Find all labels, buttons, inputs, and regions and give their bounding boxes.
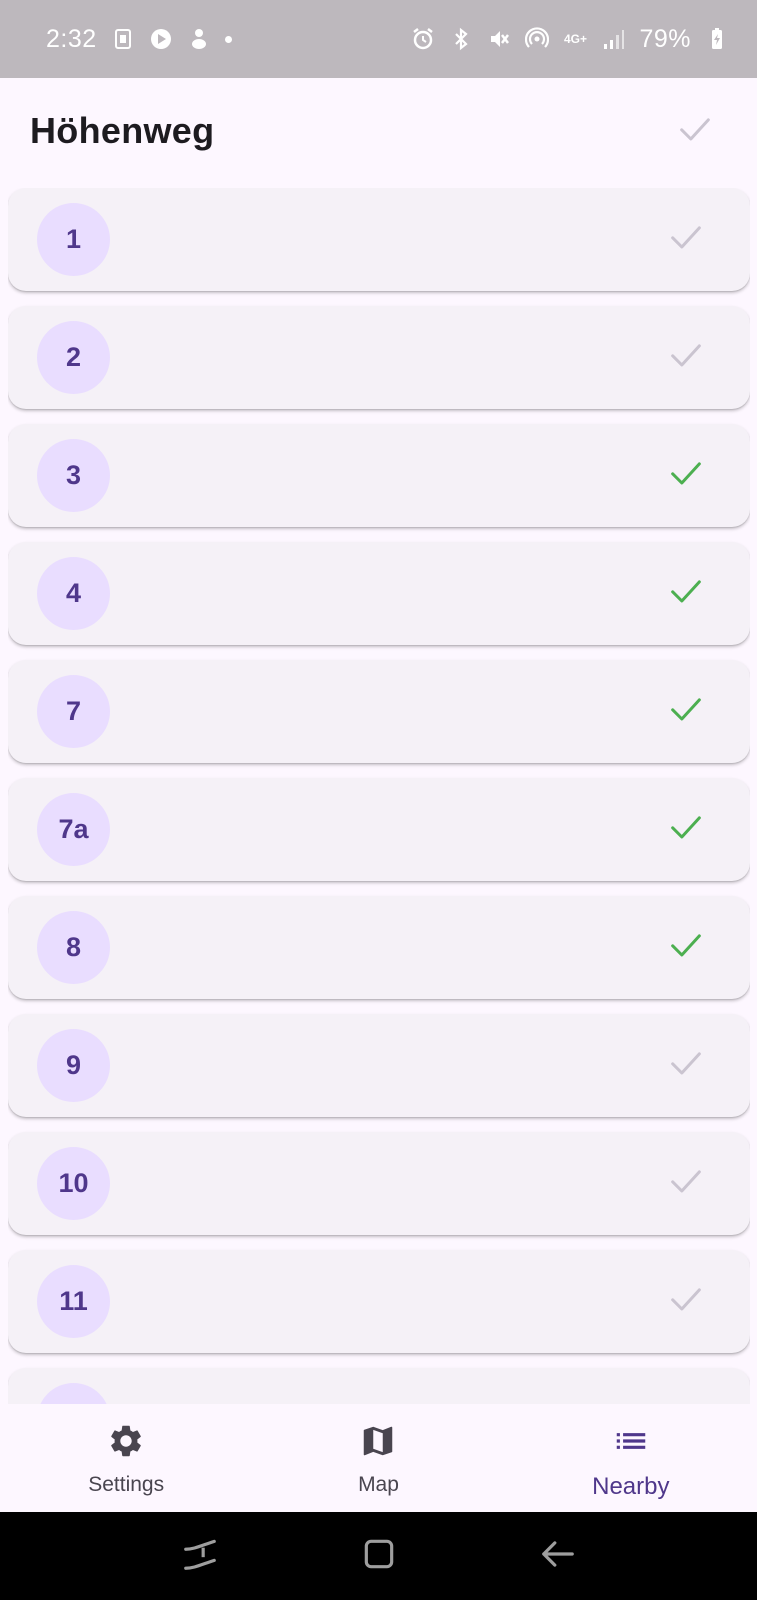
- list-item[interactable]: 11: [8, 1250, 750, 1353]
- item-number-avatar: 9: [37, 1029, 110, 1102]
- list-item[interactable]: 8: [8, 896, 750, 999]
- list-item[interactable]: [8, 1368, 750, 1404]
- nav-label-nearby: Nearby: [592, 1473, 670, 1500]
- list-item[interactable]: 2: [8, 306, 750, 409]
- check-icon[interactable]: [666, 453, 706, 498]
- status-right: 4G+ 79%: [411, 25, 729, 54]
- item-number-avatar: 7a: [37, 793, 110, 866]
- app-bar: Höhenweg: [0, 78, 757, 184]
- list-item[interactable]: 9: [8, 1014, 750, 1117]
- item-number-avatar: 10: [37, 1147, 110, 1220]
- status-left: 2:32: [46, 25, 232, 54]
- check-icon[interactable]: [666, 925, 706, 970]
- bottom-navigation: Settings Map Nearby: [0, 1404, 757, 1512]
- notification-dot: [224, 35, 232, 43]
- item-number-avatar: 2: [37, 321, 110, 394]
- vibrate-icon: [487, 27, 511, 51]
- status-bar: 2:32 4G+ 79%: [0, 0, 757, 78]
- system-navigation-bar: [0, 1512, 757, 1600]
- list-icon: [612, 1422, 650, 1465]
- check-icon[interactable]: [675, 109, 715, 154]
- list-item[interactable]: 1: [8, 188, 750, 291]
- alarm-icon: [411, 27, 435, 51]
- network-4g-icon: 4G+: [563, 27, 587, 51]
- app-icon: [187, 27, 211, 51]
- list-item[interactable]: 7: [8, 660, 750, 763]
- sim-icon: [111, 27, 135, 51]
- check-icon[interactable]: [666, 1043, 706, 1088]
- item-number-avatar: 8: [37, 911, 110, 984]
- back-icon[interactable]: [539, 1535, 577, 1578]
- bluetooth-icon: [449, 27, 473, 51]
- list-item[interactable]: 7a: [8, 778, 750, 881]
- nearby-list[interactable]: 1 2 3 4 7 7a 8 9 10 11: [8, 188, 750, 1404]
- status-time: 2:32: [46, 24, 97, 53]
- item-number-avatar: 7: [37, 675, 110, 748]
- home-icon[interactable]: [360, 1535, 398, 1578]
- battery-charging-icon: [705, 27, 729, 51]
- hotspot-icon: [525, 27, 550, 51]
- check-icon[interactable]: [666, 1161, 706, 1206]
- nav-item-settings[interactable]: Settings: [0, 1404, 252, 1512]
- list-item[interactable]: 10: [8, 1132, 750, 1235]
- check-icon[interactable]: [666, 335, 706, 380]
- item-number-avatar: 4: [37, 557, 110, 630]
- nav-item-map[interactable]: Map: [252, 1404, 504, 1512]
- nav-label-map: Map: [358, 1473, 399, 1496]
- gear-icon: [107, 1422, 145, 1465]
- map-icon: [359, 1422, 397, 1465]
- network-label: 4G+: [563, 32, 587, 46]
- signal-icon: [601, 27, 625, 51]
- check-icon[interactable]: [666, 1279, 706, 1324]
- list-item[interactable]: 4: [8, 542, 750, 645]
- play-games-icon: [149, 27, 173, 51]
- item-number-avatar: [37, 1383, 110, 1404]
- battery-percent: 79%: [639, 24, 691, 53]
- item-number-avatar: 1: [37, 203, 110, 276]
- item-number-avatar: 11: [37, 1265, 110, 1338]
- nav-label-settings: Settings: [88, 1473, 165, 1496]
- app-screen: 2:32 4G+ 79% Höhenweg 1 2 3 4 7 7a 8 9 1…: [0, 0, 757, 1600]
- item-number-avatar: 3: [37, 439, 110, 512]
- nav-item-nearby[interactable]: Nearby: [505, 1404, 757, 1512]
- check-icon[interactable]: [666, 689, 706, 734]
- page-title: Höhenweg: [30, 110, 215, 151]
- check-icon[interactable]: [666, 1397, 706, 1404]
- list-item[interactable]: 3: [8, 424, 750, 527]
- check-icon[interactable]: [666, 571, 706, 616]
- check-icon[interactable]: [666, 807, 706, 852]
- recent-apps-icon[interactable]: [181, 1535, 219, 1578]
- check-icon[interactable]: [666, 217, 706, 262]
